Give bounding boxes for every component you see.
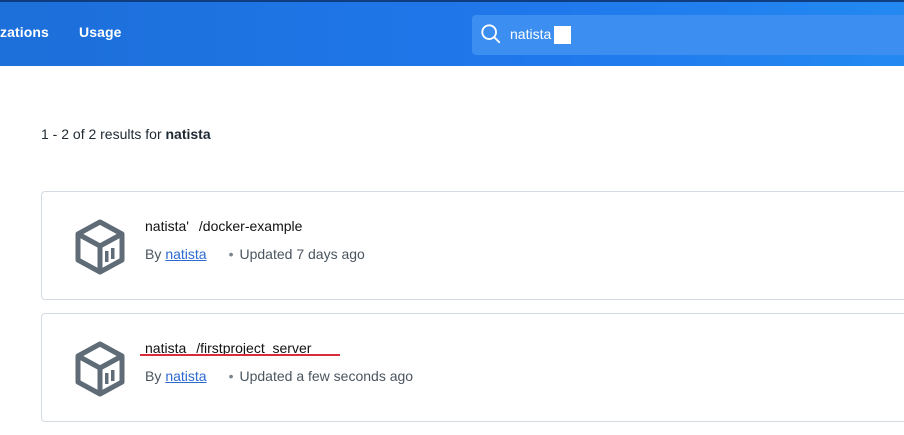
- results-summary: 1 - 2 of 2 results for natista: [41, 126, 211, 142]
- search-input[interactable]: natista: [510, 26, 551, 42]
- repo-meta: By natista • Updated 7 days ago: [145, 246, 365, 262]
- repo-namespace: natista': [145, 218, 189, 234]
- updated-time: Updated 7 days ago: [239, 246, 365, 262]
- nav-usage[interactable]: Usage: [79, 24, 122, 40]
- separator-dot: •: [228, 246, 234, 262]
- search-redaction: [554, 26, 571, 44]
- separator-dot: •: [228, 368, 234, 384]
- top-header: zations Usage natista: [0, 0, 904, 66]
- repo-name: /docker-example: [198, 218, 303, 234]
- repo-title[interactable]: natista' /docker-example: [145, 218, 302, 234]
- results-query: natista: [165, 126, 211, 142]
- repo-meta: By natista • Updated a few seconds ago: [145, 368, 413, 384]
- repository-cube-icon: [75, 219, 125, 275]
- updated-time: Updated a few seconds ago: [239, 368, 414, 384]
- author-link[interactable]: natista: [165, 368, 206, 384]
- search-bar[interactable]: natista: [472, 15, 904, 55]
- repository-cube-icon: [75, 341, 125, 397]
- red-annotation-underline: [140, 354, 340, 356]
- by-label: By: [145, 368, 162, 384]
- by-label: By: [145, 246, 162, 262]
- result-card[interactable]: natista' /docker-example By natista • Update…: [41, 191, 904, 300]
- search-icon: [481, 24, 501, 44]
- result-card[interactable]: natista/firstproject_server By natista • Up…: [41, 313, 904, 422]
- author-link[interactable]: natista: [165, 246, 206, 262]
- results-count: 1 - 2 of 2 results for: [41, 126, 162, 142]
- nav-organizations[interactable]: zations: [0, 24, 49, 40]
